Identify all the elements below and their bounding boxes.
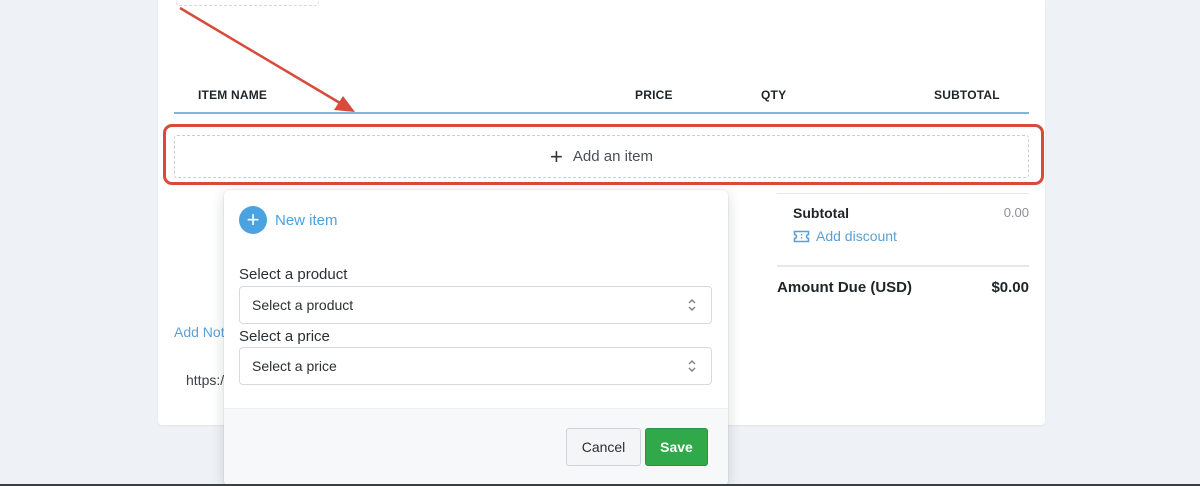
save-button[interactable]: Save — [645, 428, 708, 466]
amount-due-value: $0.00 — [991, 279, 1029, 296]
new-item-header[interactable]: + New item — [239, 206, 338, 234]
updown-chevron-icon — [688, 299, 696, 311]
items-table-header: ITEM NAME PRICE QTY SUBTOTAL — [174, 86, 1029, 114]
add-item-button[interactable]: + Add an item — [174, 135, 1029, 178]
add-notes-link[interactable]: Add Not — [174, 324, 225, 340]
price-field-label: Select a price — [239, 328, 330, 345]
url-text: https:/ — [186, 372, 225, 388]
column-item-name: ITEM NAME — [198, 88, 268, 102]
dashed-placeholder — [176, 0, 319, 6]
product-select-value: Select a product — [252, 297, 354, 313]
subtotal-label: Subtotal — [793, 205, 849, 221]
cancel-button[interactable]: Cancel — [566, 428, 641, 466]
add-item-label: Add an item — [572, 148, 653, 165]
divider — [777, 265, 1029, 267]
popover-footer: Cancel Save — [224, 408, 728, 486]
ticket-icon — [793, 230, 810, 242]
product-select[interactable]: Select a product — [239, 286, 712, 324]
add-discount-label: Add discount — [816, 228, 897, 244]
divider — [777, 193, 1029, 194]
subtotal-value: 0.00 — [1003, 205, 1029, 220]
column-subtotal: SUBTOTAL — [934, 88, 1000, 102]
price-select[interactable]: Select a price — [239, 347, 712, 385]
column-qty: QTY — [761, 88, 787, 102]
price-select-value: Select a price — [252, 358, 337, 374]
plus-icon: + — [550, 143, 563, 169]
plus-circle-icon: + — [239, 206, 267, 234]
updown-chevron-icon — [688, 360, 696, 372]
column-price: PRICE — [635, 88, 673, 102]
amount-due-label: Amount Due (USD) — [777, 279, 912, 296]
product-field-label: Select a product — [239, 266, 348, 283]
new-item-label: New item — [275, 211, 338, 229]
new-item-popover: + New item Select a product Select a pro… — [224, 190, 728, 486]
add-discount-link[interactable]: Add discount — [793, 228, 897, 244]
